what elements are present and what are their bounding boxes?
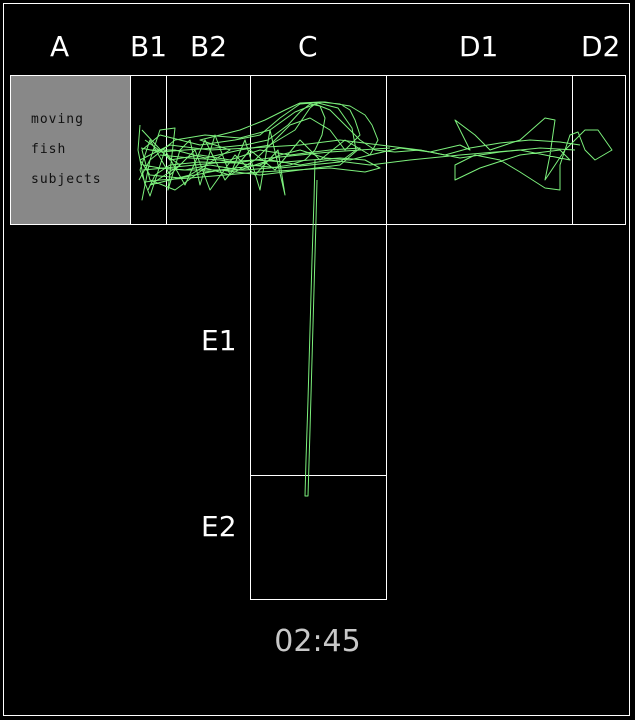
elapsed-timer: 02:45 xyxy=(274,624,361,659)
start-box-a xyxy=(11,76,131,225)
stem-e2 xyxy=(250,475,387,600)
start-box-label-fish: fish xyxy=(31,142,67,157)
start-box-label-subjects: subjects xyxy=(31,172,102,187)
stem-e1 xyxy=(250,224,387,476)
start-box-label-moving: moving xyxy=(31,112,84,127)
t-maze-tank xyxy=(10,75,626,600)
fish-trajectory xyxy=(137,101,613,497)
